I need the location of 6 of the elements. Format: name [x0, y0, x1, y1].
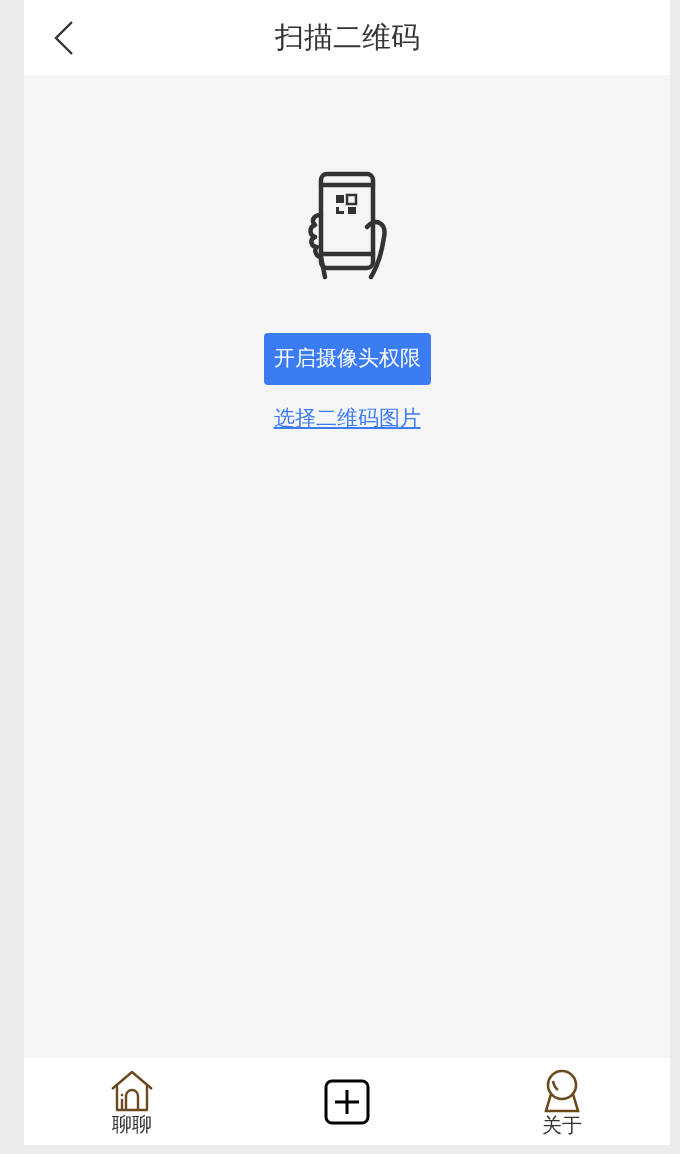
camera-permission-button[interactable]: 开启摄像头权限: [263, 333, 431, 385]
tab-item[interactable]: 关于: [454, 1058, 670, 1145]
select-image-link[interactable]: 选择二维码图片: [273, 402, 421, 434]
add-icon: [324, 1078, 370, 1125]
tab-item[interactable]: 聊聊: [24, 1058, 240, 1145]
page-title: 扫描二维码: [274, 18, 420, 56]
